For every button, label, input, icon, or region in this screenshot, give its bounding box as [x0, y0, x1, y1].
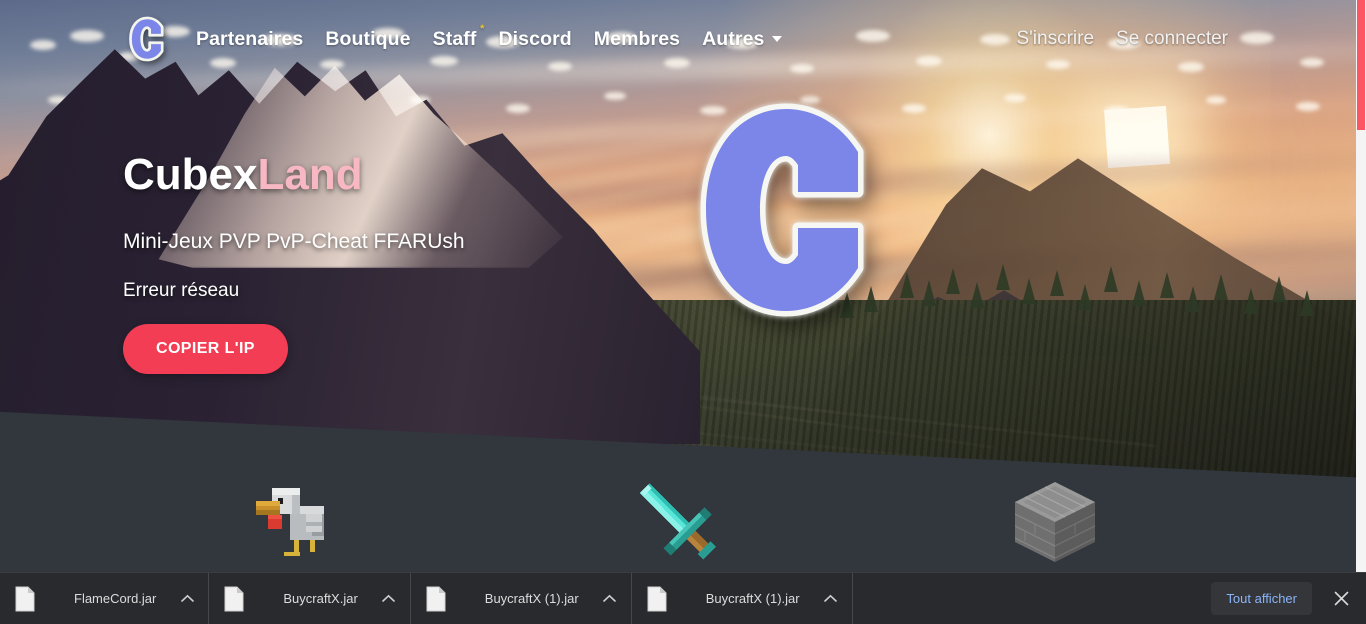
download-filename: FlameCord.jar [74, 591, 157, 606]
nav-link-label: Boutique [325, 27, 411, 50]
star-badge-icon: * [480, 22, 485, 35]
cloud-puff [1004, 94, 1026, 102]
download-filename: BuycraftX.jar [283, 591, 358, 606]
hero-subtitle: Mini-Jeux PVP PvP-Cheat FFARUsh [123, 230, 465, 254]
chevron-up-icon[interactable] [174, 573, 200, 624]
copy-ip-button[interactable]: COPIER L'IP [123, 324, 288, 375]
nav-link-label: Partenaires [196, 27, 304, 50]
cubexland-c-logo-icon [129, 16, 164, 62]
document-icon [646, 586, 668, 612]
hero-center-logo [690, 95, 890, 325]
login-link[interactable]: Se connecter [1116, 28, 1228, 50]
pine-tree-icon [1214, 274, 1228, 300]
main-navigation-bar: Partenaires Boutique Staff * Discord Memb… [0, 0, 1356, 78]
pine-tree-icon [1160, 272, 1174, 298]
chevron-up-icon[interactable] [597, 573, 623, 624]
pine-tree-icon [1104, 266, 1118, 292]
pine-tree-icon [1078, 284, 1092, 310]
cloud-puff [1296, 102, 1320, 111]
nav-link-label: Staff [432, 27, 477, 50]
pine-tree-icon [996, 264, 1010, 290]
cloud-puff [604, 92, 626, 100]
signup-link[interactable]: S'inscrire [1017, 28, 1095, 50]
nav-link-staff[interactable]: Staff * [432, 23, 485, 51]
nav-link-partenaires[interactable]: Partenaires [196, 28, 303, 51]
nav-link-boutique[interactable]: Boutique [325, 28, 410, 51]
chevron-up-icon[interactable] [818, 573, 844, 624]
hero-title-part-a: Cubex [123, 150, 258, 199]
hero-title: CubexLand [123, 150, 465, 199]
cloud-puff [902, 104, 926, 113]
hero-status-text: Erreur réseau [123, 280, 240, 302]
document-icon [223, 586, 245, 612]
download-item[interactable]: BuycraftX.jar [209, 572, 411, 624]
feature-chicken [238, 462, 358, 572]
pine-tree-icon [946, 268, 960, 294]
pine-tree-icon [1132, 280, 1146, 306]
close-icon[interactable] [1324, 573, 1358, 624]
cloud-puff [1206, 96, 1226, 104]
download-shelf: FlameCord.jar BuycraftX.jar BuycraftX (1… [0, 572, 1366, 624]
pine-tree-icon [922, 280, 936, 306]
show-all-downloads-button[interactable]: Tout afficher [1211, 582, 1312, 615]
nav-link-discord[interactable]: Discord [498, 28, 571, 51]
pine-tree-icon [1272, 276, 1286, 302]
download-item[interactable]: BuycraftX (1).jar [411, 572, 632, 624]
feature-block [995, 462, 1115, 572]
nav-link-label: Autres [702, 27, 765, 50]
scrollbar-thumb[interactable] [1357, 0, 1365, 130]
nav-link-label: Membres [593, 27, 681, 50]
download-item[interactable]: FlameCord.jar [0, 572, 210, 624]
hero-content: CubexLand Mini-Jeux PVP PvP-Cheat FFARUs… [123, 150, 465, 375]
pine-tree-icon [1022, 278, 1036, 304]
pine-tree-icon [970, 282, 984, 308]
document-icon [14, 586, 36, 612]
download-item[interactable]: BuycraftX (1).jar [632, 572, 853, 624]
chevron-down-icon [771, 36, 782, 43]
chevron-up-icon[interactable] [376, 573, 402, 624]
minecraft-stone-brick-block-icon [1014, 482, 1096, 562]
download-filename: BuycraftX (1).jar [484, 591, 579, 606]
features-section [0, 390, 1356, 572]
cubexland-c-logo-icon [700, 103, 864, 317]
pine-tree-icon [1300, 290, 1314, 316]
minecraft-chicken-icon [256, 488, 324, 556]
nav-link-membres[interactable]: Membres [594, 28, 680, 51]
navbar-brand-logo[interactable] [126, 15, 170, 63]
feature-sword [615, 460, 735, 572]
browser-page-viewport: Partenaires Boutique Staff * Discord Memb… [0, 0, 1366, 572]
hero-title-part-b: Land [257, 150, 363, 199]
cloud-puff [1104, 106, 1130, 115]
nav-link-label: Discord [498, 27, 572, 50]
cloud-puff [506, 104, 530, 113]
nav-link-autres[interactable]: Autres [702, 27, 782, 51]
pine-tree-icon [1244, 288, 1258, 314]
minecraft-diamond-sword-icon [639, 483, 717, 560]
download-filename: BuycraftX (1).jar [705, 591, 800, 606]
pine-tree-icon [1050, 270, 1064, 296]
document-icon [425, 586, 447, 612]
pine-tree-icon [900, 272, 914, 298]
navbar-auth-links: S'inscrire Se connecter [1017, 28, 1229, 50]
navbar-links: Partenaires Boutique Staff * Discord Memb… [196, 23, 782, 51]
page-scrollbar[interactable] [1356, 0, 1366, 572]
pine-tree-icon [1186, 286, 1200, 312]
